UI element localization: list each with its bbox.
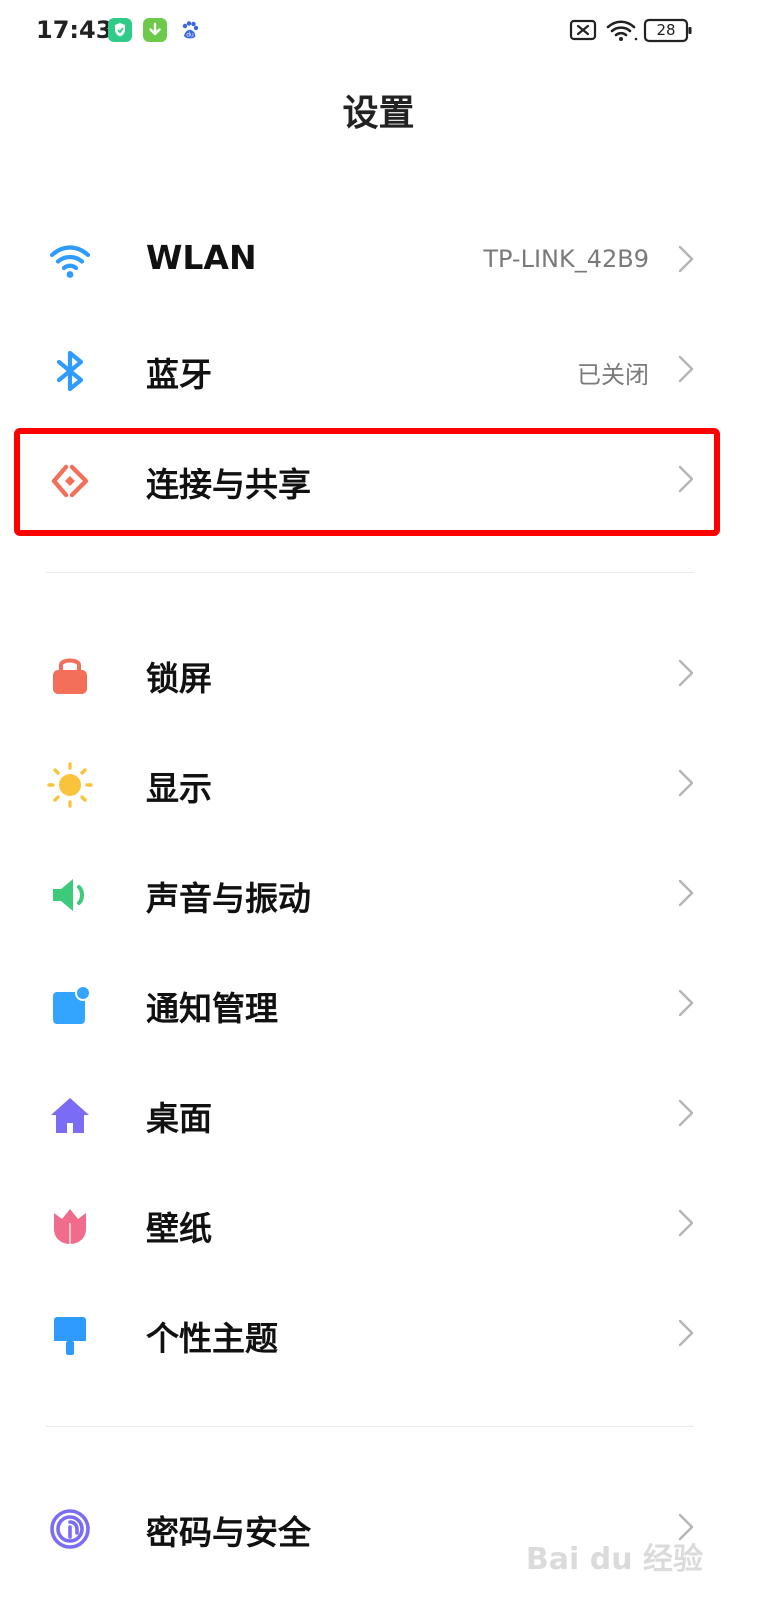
status-time: 17:43 — [36, 16, 113, 44]
sim-error-icon — [569, 19, 597, 41]
battery-level: 28 — [656, 21, 676, 39]
status-bar: 17:43 du 28 — [0, 0, 757, 62]
settings-item-value: TP-LINK_42B9 — [483, 245, 649, 273]
brush-icon — [54, 1317, 86, 1355]
sun-icon — [47, 762, 93, 808]
bluetooth-icon — [56, 350, 84, 392]
baidu-jingyan-watermark: Bai du 经验 — [525, 1542, 703, 1577]
tulip-icon — [54, 1209, 86, 1244]
chevron-right-icon — [678, 245, 694, 273]
section-divider — [46, 1426, 694, 1427]
chevron-right-icon — [678, 1209, 694, 1237]
download-app-icon — [143, 18, 167, 42]
settings-item-connection-sharing[interactable]: 连接与共享 — [0, 422, 757, 532]
section-divider — [46, 572, 694, 573]
settings-item-notifications[interactable]: 通知管理 — [0, 946, 757, 1056]
settings-item-wlan[interactable]: WLAN TP-LINK_42B9 — [0, 202, 757, 312]
svg-text:du: du — [186, 32, 194, 39]
chevron-right-icon — [678, 355, 694, 383]
settings-item-label: 桌面 — [146, 1099, 212, 1138]
lock-icon — [53, 658, 87, 694]
settings-item-value: 已关闭 — [577, 361, 649, 389]
settings-item-lock-screen[interactable]: 锁屏 — [0, 616, 757, 726]
baidu-app-icon: du — [178, 18, 202, 42]
speaker-icon — [53, 879, 84, 911]
settings-item-label: WLAN — [146, 238, 257, 277]
settings-item-label: 密码与安全 — [146, 1513, 311, 1552]
status-right-icons: 28 — [563, 16, 713, 44]
chevron-right-icon — [678, 1099, 694, 1127]
wifi-icon-status — [606, 20, 638, 41]
settings-item-label: 通知管理 — [146, 989, 278, 1028]
chevron-right-icon — [678, 1319, 694, 1347]
settings-item-bluetooth[interactable]: 蓝牙 已关闭 — [0, 312, 757, 422]
chevron-right-icon — [678, 989, 694, 1017]
settings-item-label: 声音与振动 — [146, 879, 311, 918]
settings-item-home-screen[interactable]: 桌面 — [0, 1056, 757, 1166]
settings-item-display[interactable]: 显示 — [0, 726, 757, 836]
home-icon — [51, 1098, 89, 1133]
chevron-right-icon — [678, 465, 694, 493]
settings-item-label: 壁纸 — [146, 1209, 212, 1248]
chevron-right-icon — [678, 769, 694, 797]
settings-item-label: 显示 — [146, 769, 212, 808]
chevron-right-icon — [678, 879, 694, 907]
settings-item-wallpaper[interactable]: 壁纸 — [0, 1166, 757, 1276]
settings-item-themes[interactable]: 个性主题 — [0, 1276, 757, 1386]
shield-app-icon — [108, 18, 132, 42]
connection-share-icon — [51, 464, 89, 498]
chevron-right-icon — [678, 659, 694, 687]
fingerprint-icon — [50, 1509, 90, 1549]
page-title: 设置 — [342, 93, 415, 134]
settings-item-sound-vibration[interactable]: 声音与振动 — [0, 836, 757, 946]
settings-item-label: 锁屏 — [146, 659, 212, 698]
settings-item-label: 蓝牙 — [146, 355, 212, 394]
wifi-icon — [49, 245, 91, 278]
notification-icon — [53, 985, 91, 1024]
settings-item-label: 连接与共享 — [146, 465, 311, 504]
settings-item-label: 个性主题 — [146, 1319, 278, 1358]
